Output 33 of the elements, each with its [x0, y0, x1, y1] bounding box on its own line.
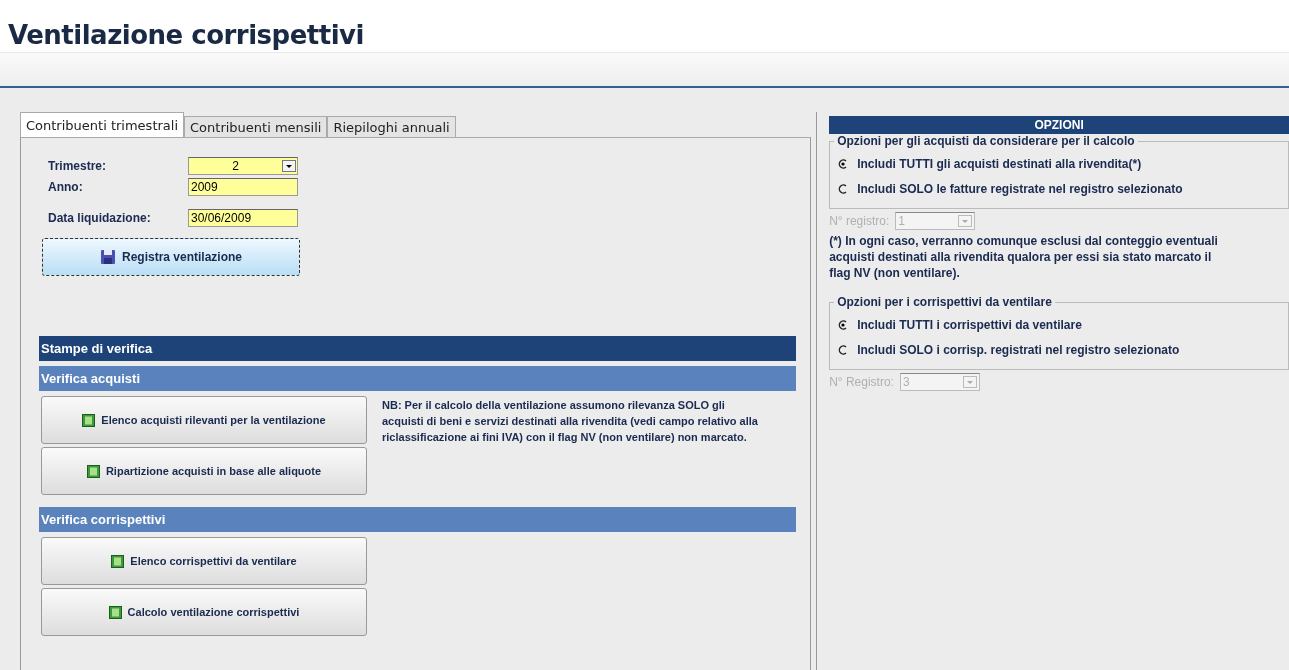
report-icon [82, 413, 96, 427]
report-button[interactable]: Elenco acquisti rilevanti per la ventilazione [41, 396, 367, 444]
note-text: NB: Per il calcolo della ventilazione assumono rilevanza SOLO gli acquisti di beni e servizi destinati alla rivendita (vedi campo relativo alla riclassificazione ai fini IVA) con il flag NV (non ventilare) non marcato. [382, 398, 759, 445]
field-label: Trimestre: [48, 158, 108, 173]
tab[interactable]: Riepiloghi annuali [327, 116, 456, 137]
field-label: Data liquidazione: [48, 210, 152, 225]
options-header: OPZIONI [829, 116, 1289, 134]
register-label: N° registro: [829, 214, 890, 228]
subsection-header: Verifica acquisti [39, 366, 797, 391]
radio-option[interactable]: Includi TUTTI i corrispettivi da ventilare [838, 314, 1288, 336]
register-label: N° Registro: [829, 375, 894, 389]
input-field[interactable]: 2009 [188, 177, 298, 196]
group-legend: Opzioni per i corrispettivi da ventilare [834, 295, 1055, 309]
radio-option[interactable]: Includi SOLO i corrisp. registrati nel registro selezionato [838, 339, 1288, 361]
input-field[interactable]: 30/06/2009 [188, 208, 298, 227]
report-icon [111, 554, 125, 568]
tab[interactable]: Contribuenti mensili [184, 116, 328, 137]
report-icon [86, 464, 100, 478]
quarter-dropdown[interactable]: 2 [188, 156, 298, 175]
report-icon [108, 605, 122, 619]
report-button[interactable]: Calcolo ventilazione corrispettivi [41, 588, 367, 636]
radio-option[interactable]: Includi TUTTI gli acquisti destinati alla rivendita(*) [838, 153, 1288, 175]
group-legend: Opzioni per gli acquisti da considerare per il calcolo [834, 134, 1138, 148]
report-button[interactable]: Ripartizione acquisti in base alle aliquote [41, 447, 367, 495]
footnote-text: (*) In ogni caso, verranno comunque esclusi dal conteggio eventuali acquisti destinati alla rivendita qualora per essi sia stato marcato il flag NV (non ventilare). [829, 233, 1219, 281]
save-button[interactable]: Registra ventilazione [42, 238, 300, 276]
subsection-header: Verifica corrispettivi [39, 507, 797, 532]
report-button[interactable]: Elenco corrispettivi da ventilare [41, 537, 367, 585]
tab[interactable]: Contribuenti trimestrali [20, 112, 184, 137]
field-label: Anno: [48, 179, 84, 194]
section-header: Stampe di verifica [39, 336, 797, 361]
radio-option[interactable]: Includi SOLO le fatture registrate nel registro selezionato [838, 178, 1288, 200]
page-title: Ventilazione corrispettivi [7, 19, 365, 52]
